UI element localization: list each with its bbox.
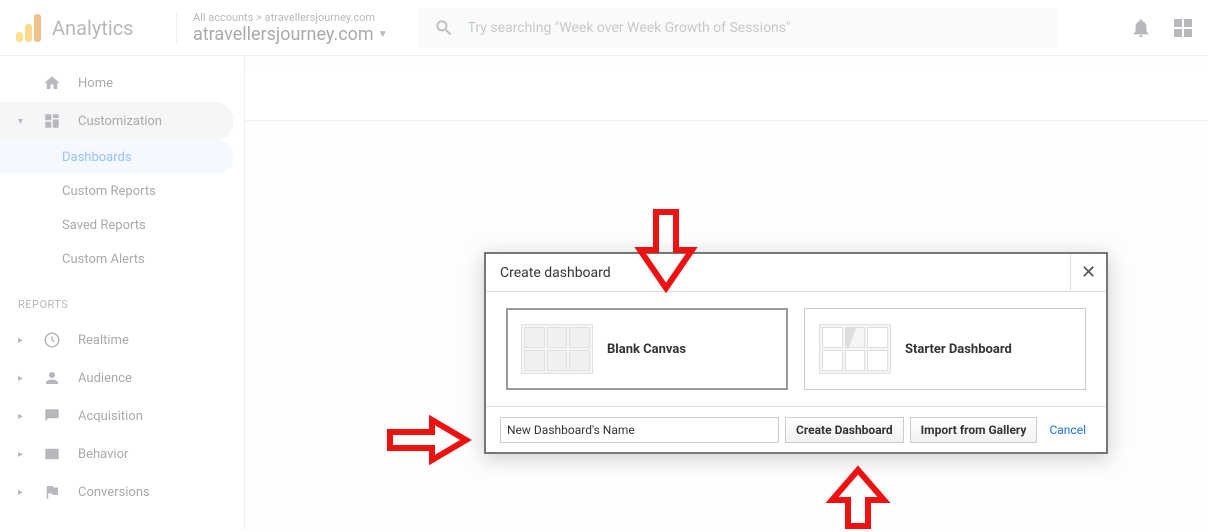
dialog-body: Blank Canvas Starter Dashboard	[486, 292, 1106, 406]
import-gallery-button[interactable]: Import from Gallery	[910, 417, 1038, 443]
dialog-header: Create dashboard ✕	[486, 254, 1106, 292]
template-blank-label: Blank Canvas	[607, 342, 686, 357]
template-blank-canvas[interactable]: Blank Canvas	[506, 308, 788, 390]
dialog-footer: Create Dashboard Import from Gallery Can…	[486, 406, 1106, 452]
blank-canvas-thumb-icon	[521, 324, 593, 374]
create-dashboard-dialog: Create dashboard ✕ Blank Canvas Starter …	[484, 252, 1108, 454]
starter-thumb-icon	[819, 324, 891, 374]
dashboard-name-input[interactable]	[500, 417, 779, 443]
cancel-button[interactable]: Cancel	[1043, 423, 1092, 437]
dialog-title: Create dashboard	[500, 265, 611, 281]
template-starter-dashboard[interactable]: Starter Dashboard	[804, 308, 1086, 390]
template-starter-label: Starter Dashboard	[905, 342, 1012, 357]
create-dashboard-button[interactable]: Create Dashboard	[785, 417, 904, 443]
close-icon[interactable]: ✕	[1070, 254, 1106, 292]
